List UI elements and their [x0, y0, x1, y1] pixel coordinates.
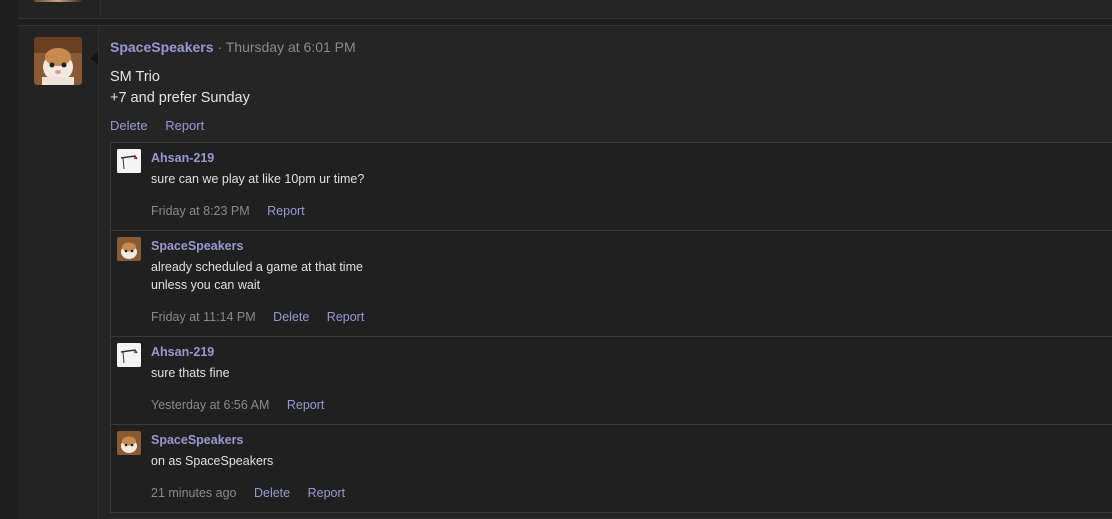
cat-avatar-icon [34, 37, 82, 85]
comment-text: sure can we play at like 10pm ur time? [151, 170, 364, 188]
report-link[interactable]: Report [287, 398, 325, 412]
report-link[interactable]: Report [165, 118, 204, 133]
comment-list: Ahsan-219 sure can we play at like 10pm … [110, 142, 1112, 513]
post-line: SM Trio [110, 69, 160, 85]
delete-link[interactable]: Delete [254, 486, 290, 500]
report-link[interactable]: Report [267, 204, 305, 218]
comment-meta: 21 minutes ago Delete Report [151, 486, 359, 500]
post-arrow [90, 52, 98, 64]
comment-meta: Friday at 11:14 PM Delete Report [151, 310, 378, 324]
comment-text: on as SpaceSpeakers [151, 452, 273, 470]
comment-line: on as SpaceSpeakers [151, 454, 274, 468]
commenter-avatar[interactable] [117, 343, 141, 367]
comment-item: Ahsan-219 sure thats fine Yesterday at 6… [111, 337, 1112, 425]
comment-author[interactable]: Ahsan-219 [151, 151, 214, 165]
comment-line: already scheduled a game at that time [151, 260, 363, 274]
report-link[interactable]: Report [308, 486, 346, 500]
comment-item: Ahsan-219 sure can we play at like 10pm … [111, 143, 1112, 231]
delete-link[interactable]: Delete [273, 310, 309, 324]
header-separator: · [217, 39, 223, 55]
previous-post-footer [18, 0, 1112, 19]
previous-post-user-column [18, 0, 101, 18]
post-user-column [18, 26, 99, 519]
comment-meta: Yesterday at 6:56 AM Report [151, 398, 338, 412]
comment-time[interactable]: Friday at 11:14 PM [151, 310, 256, 324]
comment-author[interactable]: Ahsan-219 [151, 345, 214, 359]
commenter-avatar[interactable] [117, 237, 141, 261]
cat-avatar-icon [117, 431, 141, 455]
comment-time[interactable]: Friday at 8:23 PM [151, 204, 250, 218]
comment-time[interactable]: Yesterday at 6:56 AM [151, 398, 269, 412]
post-header: SpaceSpeakers · Thursday at 6:01 PM [110, 39, 356, 55]
sketch-avatar-icon [117, 149, 141, 173]
comment-author[interactable]: SpaceSpeakers [151, 239, 243, 253]
comment-item: SpaceSpeakers on as SpaceSpeakers 21 min… [111, 425, 1112, 513]
cat-avatar-icon [117, 237, 141, 261]
comment-author[interactable]: SpaceSpeakers [151, 433, 243, 447]
comment-text: sure thats fine [151, 364, 230, 382]
delete-link[interactable]: Delete [110, 118, 148, 133]
report-link[interactable]: Report [327, 310, 365, 324]
comment-text: already scheduled a game at that time un… [151, 258, 363, 294]
post-actions: Delete Report [110, 118, 218, 133]
post-body: SM Trio +7 and prefer Sunday [110, 67, 250, 109]
commenter-avatar[interactable] [117, 149, 141, 173]
post-time[interactable]: Thursday at 6:01 PM [226, 39, 356, 55]
post-author[interactable]: SpaceSpeakers [110, 39, 214, 55]
comment-item: SpaceSpeakers already scheduled a game a… [111, 231, 1112, 337]
comment-meta: Friday at 8:23 PM Report [151, 204, 319, 218]
comment-line: sure thats fine [151, 366, 230, 380]
comment-line: sure can we play at like 10pm ur time? [151, 172, 365, 186]
previous-post-avatar[interactable] [34, 0, 82, 2]
commenter-avatar[interactable] [117, 431, 141, 455]
comment-time[interactable]: 21 minutes ago [151, 486, 236, 500]
comment-line: unless you can wait [151, 278, 261, 292]
author-avatar[interactable] [34, 37, 82, 85]
post-line: +7 and prefer Sunday [110, 90, 250, 106]
sketch-avatar-icon [117, 343, 141, 367]
